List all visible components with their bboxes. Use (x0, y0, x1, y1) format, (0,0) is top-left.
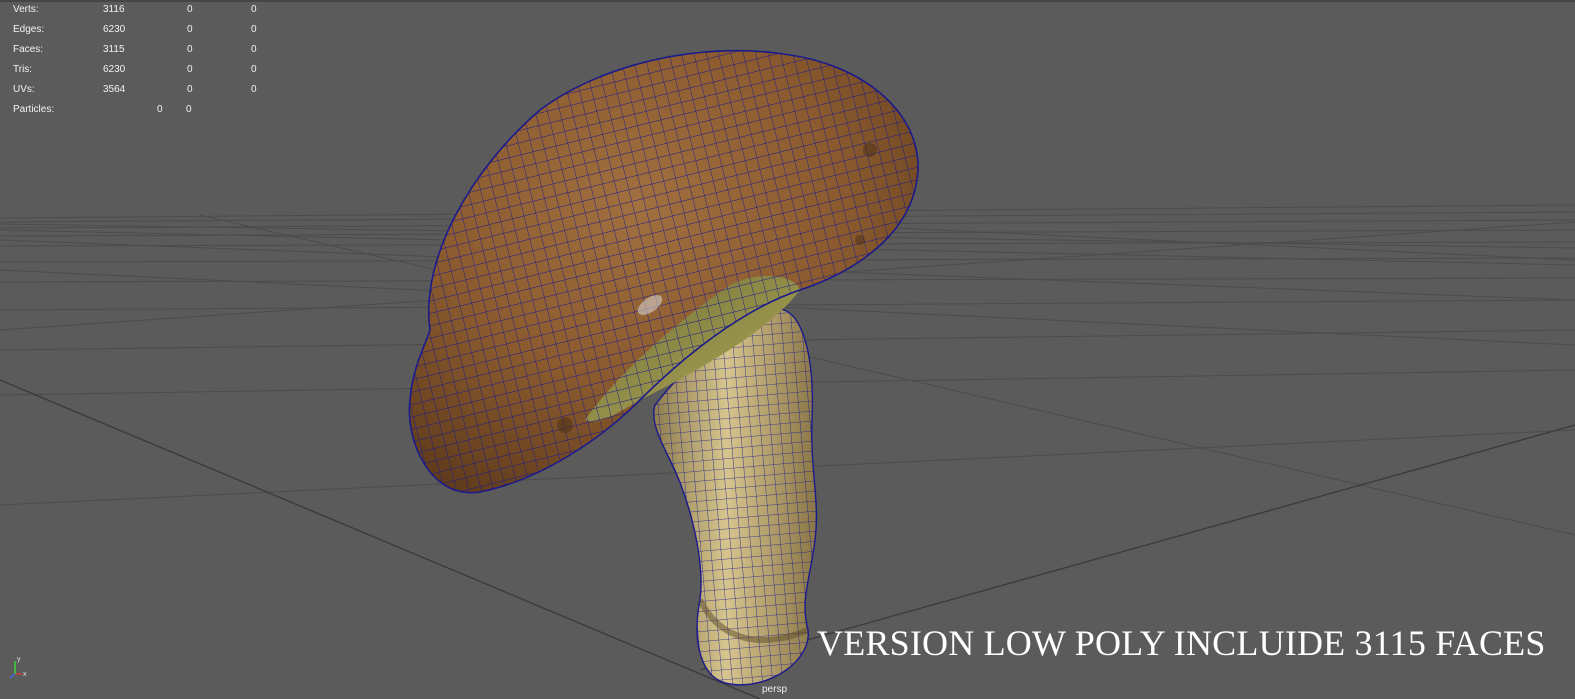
axis-x-label: x (23, 671, 27, 678)
hud-component-value: 0 (251, 4, 257, 15)
hud-label: Faces: (13, 44, 44, 55)
axis-y-label: y (17, 656, 21, 663)
axis-gizmo-icon: x y (9, 656, 27, 679)
hud-row-uvs: UVs: 3564 0 0 (13, 84, 273, 104)
hud-row-faces: Faces: 3115 0 0 (13, 44, 273, 64)
hud-selected-value: 0 (187, 4, 193, 15)
hud-row-particles: Particles: 0 0 (13, 104, 273, 124)
hud-component-value: 0 (251, 84, 257, 95)
hud-total-value: 3115 (103, 44, 125, 55)
hud-component-value: 0 (251, 44, 257, 55)
hud-label: UVs: (13, 84, 35, 95)
hud-row-tris: Tris: 6230 0 0 (13, 64, 273, 84)
hud-selected-value: 0 (157, 104, 163, 115)
mushroom-model[interactable] (400, 40, 930, 699)
hud-component-value: 0 (186, 104, 192, 115)
maya-viewport[interactable]: Verts: 3116 0 0 Edges: 6230 0 0 Faces: 3… (0, 0, 1575, 699)
hud-total-value: 3564 (103, 84, 126, 95)
hud-label: Edges: (13, 24, 45, 35)
poly-count-hud: Verts: 3116 0 0 Edges: 6230 0 0 Faces: 3… (13, 4, 273, 124)
hud-selected-value: 0 (187, 44, 193, 55)
camera-name-label: persp (762, 684, 788, 695)
hud-selected-value: 0 (187, 24, 193, 35)
hud-label: Particles: (13, 104, 55, 115)
hud-component-value: 0 (251, 24, 257, 35)
hud-label: Verts: (13, 4, 39, 15)
hud-total-value: 6230 (103, 24, 126, 35)
hud-label: Tris: (13, 64, 33, 75)
hud-row-edges: Edges: 6230 0 0 (13, 24, 273, 44)
hud-selected-value: 0 (187, 84, 193, 95)
hud-total-value: 6230 (103, 64, 126, 75)
overlay-caption: VERSION LOW POLY INCLUIDE 3115 FACES (817, 623, 1546, 663)
hud-row-verts: Verts: 3116 0 0 (13, 4, 273, 24)
hud-selected-value: 0 (187, 64, 193, 75)
hud-total-value: 3116 (103, 4, 125, 15)
hud-component-value: 0 (251, 64, 257, 75)
